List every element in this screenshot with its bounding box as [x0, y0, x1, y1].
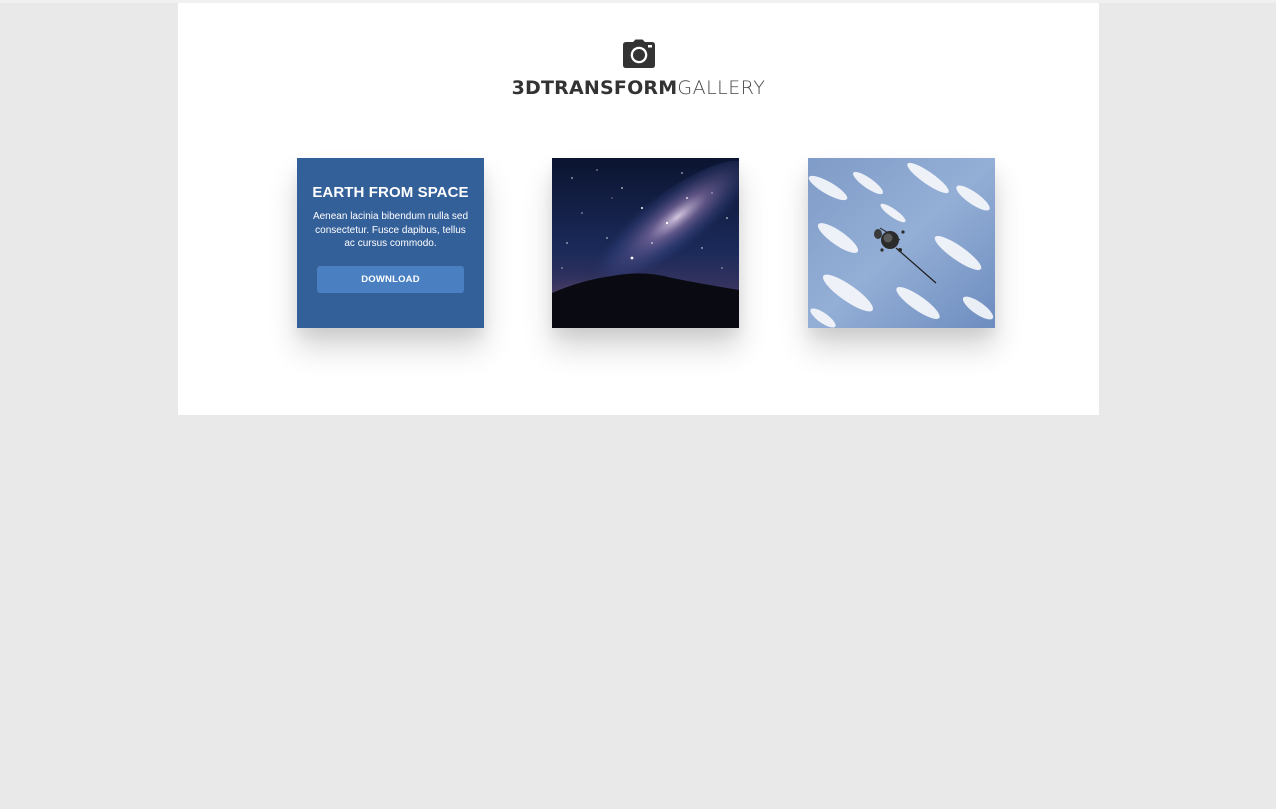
card-title: EARTH FROM SPACE	[312, 184, 469, 201]
gallery-page: 3DTRANSFORMGALLERY EARTH FROM SPACE Aene…	[178, 3, 1099, 415]
site-logo[interactable]: 3DTRANSFORMGALLERY	[178, 39, 1099, 99]
card-description: Aenean lacinia bibendum nulla sed consec…	[312, 211, 469, 249]
milky-way-night-sky-image	[552, 158, 739, 328]
site-title-light: GALLERY	[677, 77, 766, 99]
site-title: 3DTRANSFORMGALLERY	[178, 77, 1099, 99]
site-title-bold: 3DTRANSFORM	[511, 77, 678, 99]
gallery-card-milky-way[interactable]	[552, 158, 739, 328]
satellite-over-clouds-image	[808, 158, 995, 328]
camera-icon	[622, 39, 655, 68]
gallery-card-earth[interactable]: EARTH FROM SPACE Aenean lacinia bibendum…	[297, 158, 484, 328]
download-button[interactable]: DOWNLOAD	[317, 266, 464, 293]
gallery-card-satellite[interactable]	[808, 158, 995, 328]
